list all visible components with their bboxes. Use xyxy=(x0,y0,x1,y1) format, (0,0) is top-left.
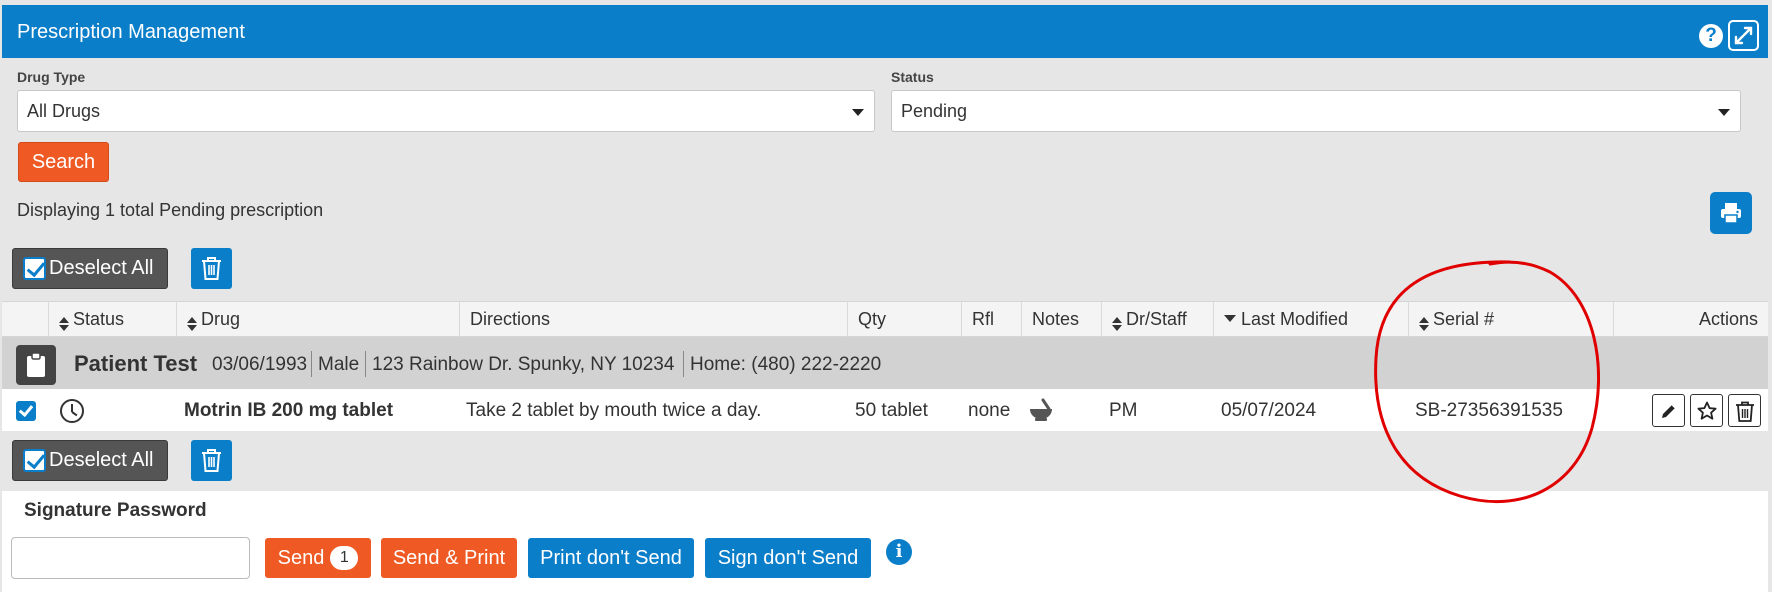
delete-button[interactable] xyxy=(191,248,232,289)
patient-address: 123 Rainbow Dr. Spunky, NY 10234 xyxy=(372,354,675,375)
column-drug[interactable]: Drug xyxy=(176,302,459,337)
print-dont-send-button[interactable]: Print don't Send xyxy=(528,538,694,578)
pencil-icon xyxy=(1662,404,1676,418)
deselect-all-label: Deselect All xyxy=(49,449,154,471)
last-modified: 05/07/2024 xyxy=(1221,400,1317,421)
trash-icon xyxy=(202,257,221,280)
sort-desc-icon xyxy=(1224,315,1236,322)
column-serial[interactable]: Serial # xyxy=(1408,302,1613,337)
patient-dob: 03/06/1993 xyxy=(212,354,308,375)
column-actions: Actions xyxy=(1613,302,1768,337)
column-last-modified[interactable]: Last Modified xyxy=(1213,302,1408,337)
search-button[interactable]: Search xyxy=(18,142,109,182)
column-status[interactable]: Status xyxy=(48,302,176,337)
signature-password-label: Signature Password xyxy=(24,500,207,521)
panel-title: Prescription Management xyxy=(17,21,245,43)
delete-row-button[interactable] xyxy=(1728,394,1761,427)
table-header: Status Drug Directions Qty Rfl Notes Dr/… xyxy=(2,301,1768,337)
chevron-down-icon xyxy=(1718,109,1730,116)
prescription-panel: Prescription Management ? Drug Type All … xyxy=(0,0,1772,592)
delete-button-bottom[interactable] xyxy=(191,440,232,481)
clipboard-button[interactable] xyxy=(16,345,56,385)
checkbox-icon xyxy=(23,449,46,472)
column-directions: Directions xyxy=(459,302,847,337)
refills: none xyxy=(968,400,1011,421)
serial-number: SB-27356391535 xyxy=(1415,400,1563,421)
send-count-badge: 1 xyxy=(330,546,359,570)
status-select[interactable]: Pending xyxy=(891,90,1741,132)
drug-name[interactable]: Motrin IB 200 mg tablet xyxy=(184,400,393,422)
drug-type-select[interactable]: All Drugs xyxy=(17,90,875,132)
table-row: Motrin IB 200 mg tablet Take 2 tablet by… xyxy=(2,389,1768,431)
send-and-print-button[interactable]: Send & Print xyxy=(381,538,517,578)
expand-icon[interactable] xyxy=(1728,20,1759,51)
column-qty: Qty xyxy=(847,302,961,337)
star-icon xyxy=(1697,401,1717,420)
edit-button[interactable] xyxy=(1652,394,1685,427)
sign-dont-send-button[interactable]: Sign don't Send xyxy=(705,538,871,578)
checkbox-icon xyxy=(23,257,46,280)
trash-icon xyxy=(1736,401,1754,422)
clipboard-icon xyxy=(27,352,45,377)
panel-header: Prescription Management ? xyxy=(2,5,1768,58)
send-button[interactable]: Send 1 xyxy=(265,538,371,578)
deselect-all-button[interactable]: Deselect All xyxy=(12,248,168,289)
mortar-pestle-icon[interactable] xyxy=(1028,398,1054,428)
chevron-down-icon xyxy=(852,109,864,116)
clock-icon xyxy=(60,399,84,423)
signature-password-input[interactable] xyxy=(11,537,250,579)
status-label: Status xyxy=(891,69,934,85)
patient-row: Patient Test 03/06/1993 Male 123 Rainbow… xyxy=(2,337,1768,389)
printer-icon xyxy=(1721,203,1741,224)
trash-icon xyxy=(202,449,221,472)
results-summary: Displaying 1 total Pending prescription xyxy=(17,200,324,220)
drug-type-label: Drug Type xyxy=(17,69,86,85)
directions: Take 2 tablet by mouth twice a day. xyxy=(466,400,762,421)
status-value: Pending xyxy=(901,101,968,121)
patient-name[interactable]: Patient Test xyxy=(74,351,197,377)
patient-phone: Home: (480) 222-2220 xyxy=(690,354,882,375)
drug-type-value: All Drugs xyxy=(27,101,101,121)
dr-staff: PM xyxy=(1109,400,1138,421)
print-button[interactable] xyxy=(1710,192,1752,234)
deselect-all-button-bottom[interactable]: Deselect All xyxy=(12,440,168,481)
deselect-all-label: Deselect All xyxy=(49,257,154,279)
row-checkbox[interactable] xyxy=(16,401,36,421)
column-rfl: Rfl xyxy=(961,302,1021,337)
help-icon[interactable]: ? xyxy=(1699,24,1723,48)
column-notes: Notes xyxy=(1021,302,1101,337)
quantity: 50 tablet xyxy=(855,400,928,421)
patient-sex: Male xyxy=(318,354,360,375)
info-icon[interactable]: i xyxy=(886,539,912,565)
column-dr-staff[interactable]: Dr/Staff xyxy=(1101,302,1213,337)
favorite-button[interactable] xyxy=(1690,394,1723,427)
